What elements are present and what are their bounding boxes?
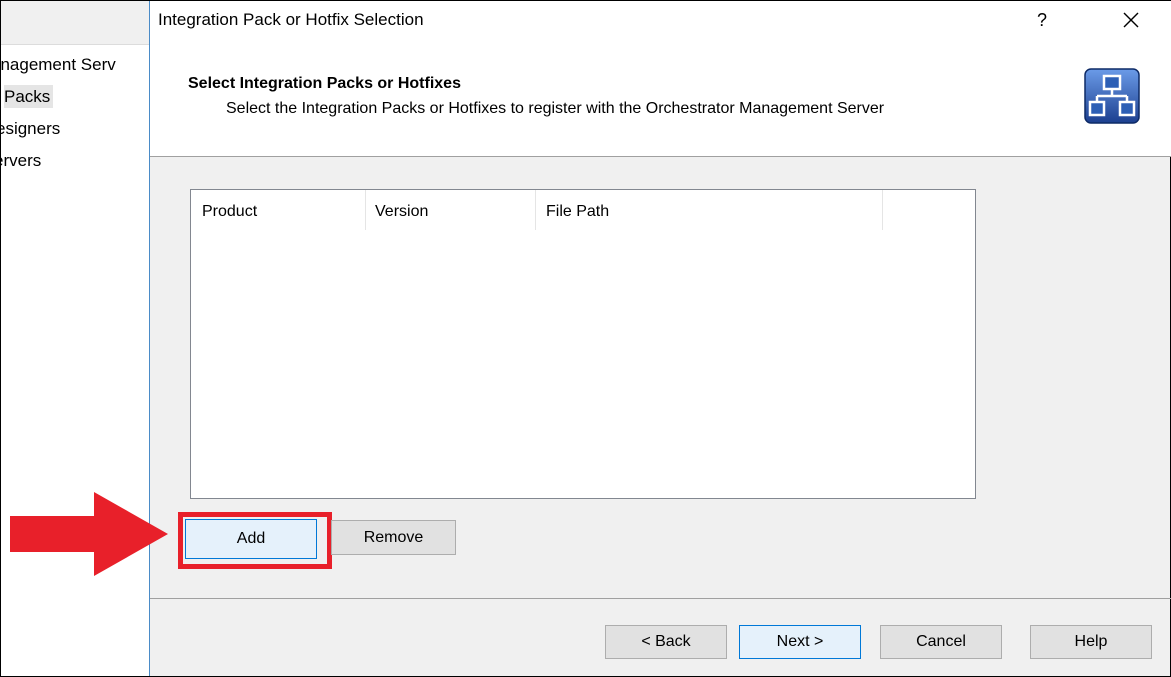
tree-item-management-server[interactable]: anagement Serv — [1, 52, 149, 84]
footer-separator — [150, 598, 1171, 599]
network-hierarchy-icon — [1084, 68, 1140, 124]
help-button[interactable]: Help — [1030, 625, 1152, 659]
list-header: Product Version File Path — [191, 190, 975, 230]
list-body[interactable] — [191, 230, 975, 498]
header-subtitle: Select the Integration Packs or Hotfixes… — [226, 100, 885, 117]
tree-item-designers[interactable]: esigners — [1, 116, 149, 148]
tree-item-label: ervers — [1, 151, 42, 170]
close-button[interactable] — [1113, 6, 1149, 34]
dialog-titlebar: Integration Pack or Hotfix Selection ? — [150, 1, 1171, 39]
integration-pack-dialog: Integration Pack or Hotfix Selection ? S… — [149, 1, 1171, 676]
background-titlebar — [1, 1, 149, 45]
integration-pack-list[interactable]: Product Version File Path — [190, 189, 976, 499]
tree-item-packs[interactable]: Packs — [4, 84, 149, 116]
column-header-product[interactable]: Product — [191, 190, 366, 230]
red-arrow-icon — [10, 492, 168, 576]
column-header-version[interactable]: Version — [366, 190, 536, 230]
close-icon — [1123, 12, 1139, 28]
dialog-title: Integration Pack or Hotfix Selection — [158, 10, 424, 29]
header-title: Select Integration Packs or Hotfixes — [188, 75, 461, 92]
tree-item-label: anagement Serv — [1, 55, 116, 74]
back-button[interactable]: < Back — [605, 625, 727, 659]
cancel-button[interactable]: Cancel — [880, 625, 1002, 659]
wizard-header: Select Integration Packs or Hotfixes Sel… — [150, 39, 1171, 157]
tree-item-servers[interactable]: ervers — [1, 148, 149, 180]
remove-button[interactable]: Remove — [331, 520, 456, 555]
column-header-file-path[interactable]: File Path — [536, 190, 883, 230]
background-tree: anagement Serv Packs esigners ervers — [1, 52, 149, 180]
help-question-button[interactable]: ? — [1028, 6, 1056, 34]
next-button[interactable]: Next > — [739, 625, 861, 659]
tree-item-label: Packs — [4, 85, 54, 108]
add-button[interactable]: Add — [185, 519, 317, 559]
tree-item-label: esigners — [1, 119, 61, 138]
